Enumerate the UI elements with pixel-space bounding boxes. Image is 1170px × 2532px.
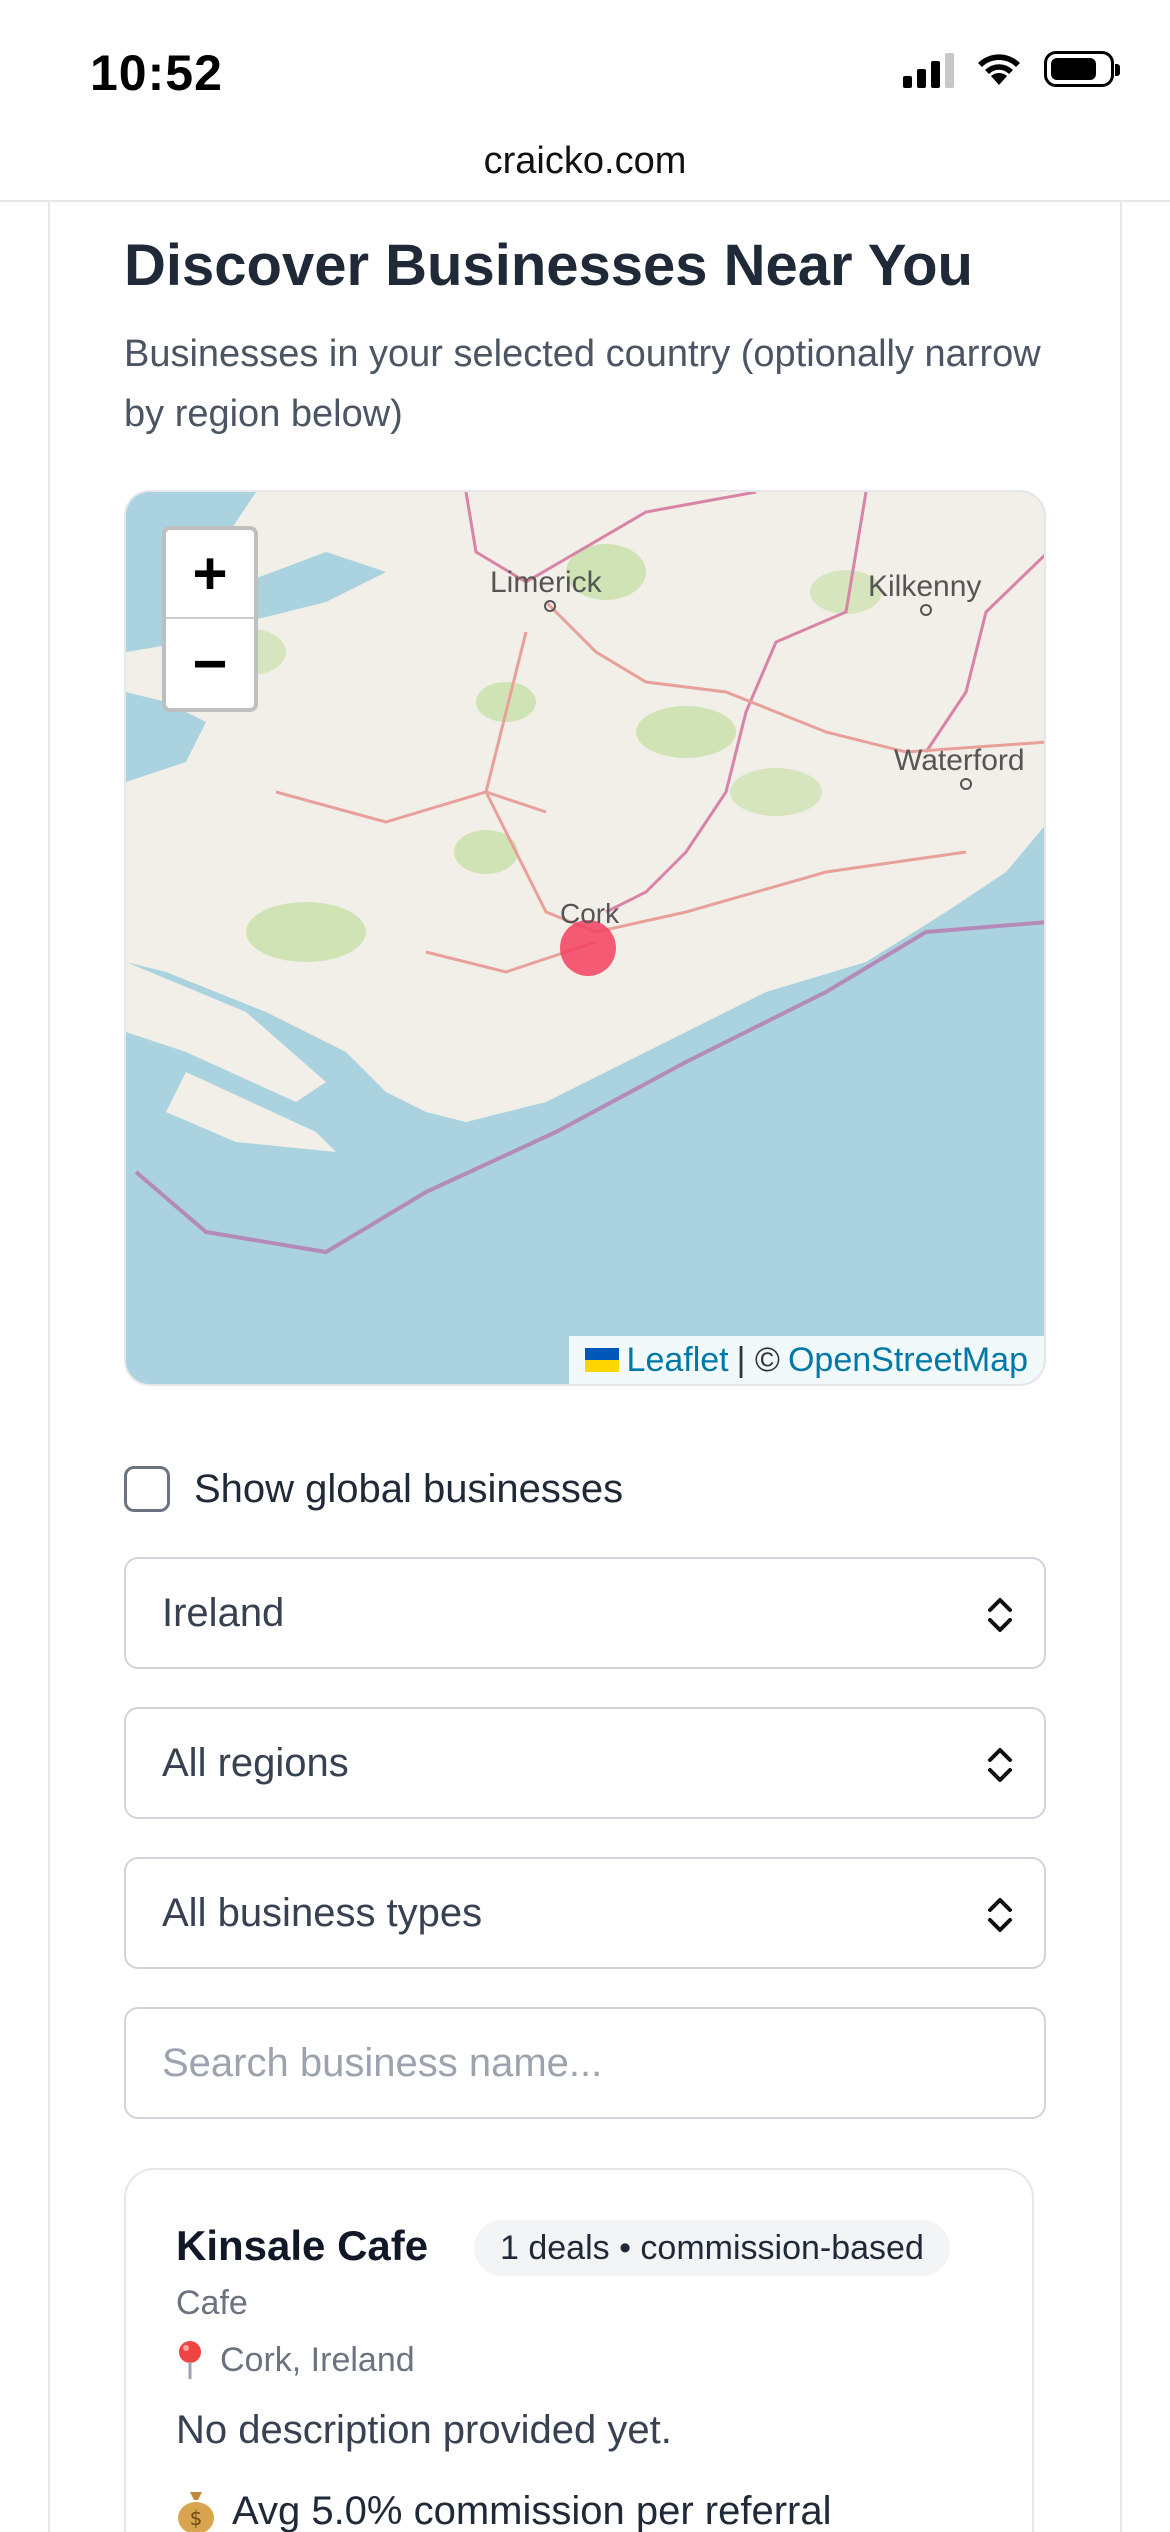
url-bar[interactable]: craicko.com: [0, 140, 1170, 202]
chevron-up-down-icon: [988, 1598, 1012, 1632]
zoom-in-button[interactable]: +: [166, 530, 254, 619]
region-select[interactable]: All regions: [124, 1707, 1046, 1819]
ukraine-flag-icon: [584, 1348, 619, 1372]
zoom-control: + −: [162, 526, 258, 712]
zoom-out-button[interactable]: −: [166, 619, 254, 708]
wifi-icon: [978, 54, 1020, 85]
deals-badge: 1 deals • commission-based: [474, 2220, 950, 2276]
region-select-value: All regions: [162, 1740, 349, 1785]
svg-text:$: $: [190, 2506, 203, 2530]
business-type-select-value: All business types: [162, 1890, 483, 1935]
leaflet-link[interactable]: Leaflet: [627, 1341, 729, 1380]
status-icons: [903, 50, 1120, 88]
chevron-up-down-icon: [988, 1748, 1012, 1782]
global-businesses-label: Show global businesses: [194, 1466, 624, 1511]
page-subtitle: Businesses in your selected country (opt…: [124, 333, 1041, 435]
page-title: Discover Businesses Near You: [124, 233, 973, 298]
business-card[interactable]: Kinsale Cafe 1 deals • commission-based …: [124, 2168, 1034, 2532]
pin-icon: [179, 2341, 201, 2379]
map-label-kilkenny: Kilkenny: [868, 570, 982, 603]
attribution-separator: | ©: [736, 1340, 780, 1379]
map-attribution: Leaflet | © OpenStreetMap: [568, 1336, 1044, 1384]
business-name[interactable]: Kinsale Cafe: [176, 2222, 428, 2270]
map-label-waterford: Waterford: [894, 744, 1025, 777]
map-label-limerick: Limerick: [490, 566, 602, 599]
cellular-signal-icon: [903, 50, 954, 88]
business-location-text: Cork, Ireland: [220, 2340, 415, 2379]
money-bag-icon: $: [178, 2492, 214, 2532]
business-type-select[interactable]: All business types: [124, 1857, 1046, 1969]
status-bar: 10:52: [0, 0, 1170, 140]
battery-icon: [1044, 51, 1120, 87]
country-select-value: Ireland: [162, 1590, 285, 1635]
global-businesses-toggle[interactable]: Show global businesses: [124, 1466, 623, 1512]
chevron-up-down-icon: [988, 1898, 1012, 1932]
business-commission: $ Avg 5.0% commission per referral: [176, 2488, 832, 2532]
business-type: Cafe: [176, 2284, 248, 2322]
business-description: No description provided yet.: [176, 2408, 672, 2452]
map-label-cork: Cork: [560, 898, 620, 929]
country-select[interactable]: Ireland: [124, 1557, 1046, 1669]
business-map[interactable]: Limerick Kilkenny Waterford Cork + − Lea…: [124, 490, 1046, 1386]
openstreetmap-link[interactable]: OpenStreetMap: [788, 1341, 1028, 1380]
business-commission-text: Avg 5.0% commission per referral: [232, 2488, 832, 2532]
map-tiles: [126, 492, 1044, 1384]
business-search-input[interactable]: [124, 2007, 1046, 2119]
business-location: Cork, Ireland: [176, 2340, 415, 2380]
global-businesses-checkbox[interactable]: [124, 1466, 170, 1512]
status-time: 10:52: [90, 45, 223, 101]
